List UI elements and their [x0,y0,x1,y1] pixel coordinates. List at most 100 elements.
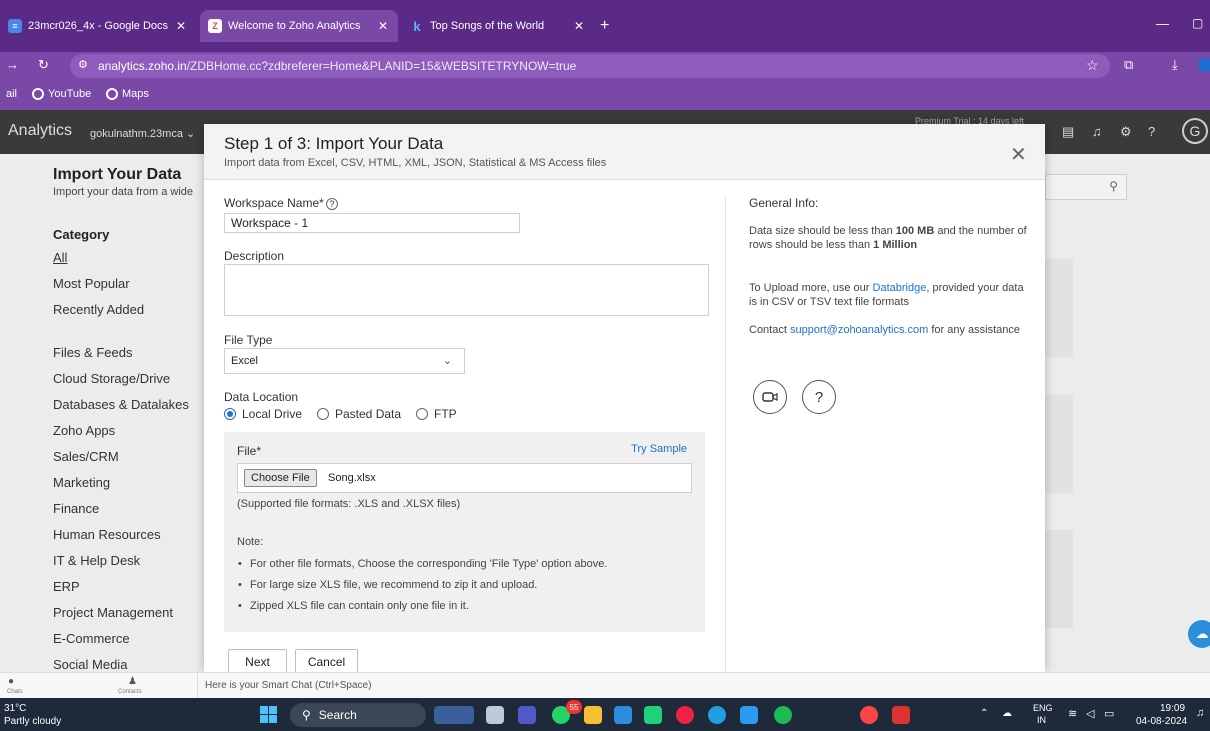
notes-icon[interactable]: ▤ [1062,124,1074,140]
task-view-icon[interactable] [486,706,504,724]
connector-card[interactable] [1045,395,1073,493]
chat-bot-icon[interactable]: ☁ [1188,620,1210,648]
file-type-select[interactable]: Excel ⌄ [224,348,465,374]
chrome-icon[interactable] [676,706,694,724]
support-email-link[interactable]: support@zohoanalytics.com [790,324,928,336]
help-icon[interactable]: ? [325,198,338,210]
language-region[interactable]: IN [1037,715,1046,725]
category-ecommerce[interactable]: E-Commerce [53,631,130,646]
tab-top-songs[interactable]: k Top Songs of the World ✕ [402,10,594,42]
spotify-icon[interactable] [774,706,792,724]
clock-time[interactable]: 19:09 [1160,703,1185,714]
category-most-popular[interactable]: Most Popular [53,276,130,291]
category-social-media[interactable]: Social Media [53,657,127,672]
mail-icon[interactable] [614,706,632,724]
help-circle-icon[interactable]: ? [802,380,836,414]
category-sidebar: Import Your Data Import your data from a… [0,154,204,672]
category-erp[interactable]: ERP [53,579,80,594]
close-tab-icon[interactable]: ✕ [574,19,584,33]
download-icon[interactable]: ⤓ [1172,57,1178,73]
edge-icon[interactable] [708,706,726,724]
bookmark-maps[interactable]: Maps [106,88,149,100]
category-all[interactable]: All [53,250,67,265]
site-info-icon[interactable]: ⚙ [78,58,88,71]
radio-pasted-data[interactable]: Pasted Data [317,407,401,421]
category-files-feeds[interactable]: Files & Feeds [53,345,132,360]
url-path: /ZDBHome.cc?zdbreferer=Home&PLANID=15&WE… [186,59,577,73]
bookmark-gmail[interactable]: ail [6,88,17,100]
category-databases[interactable]: Databases & Datalakes [53,397,189,412]
close-tab-icon[interactable]: ✕ [378,19,388,33]
bookmark-star-icon[interactable]: ☆ [1086,57,1099,74]
settings-icon[interactable]: ⚙ [1120,124,1132,140]
vscode-icon[interactable] [740,706,758,724]
data-location-label: Data Location [224,390,299,404]
smart-chat-bar: ● Chats ♟ Contacts Here is your Smart Ch… [0,672,1210,699]
clock-date[interactable]: 04-08-2024 [1136,716,1187,727]
help-icon[interactable]: ? [1148,124,1155,139]
radio-ftp[interactable]: FTP [416,407,457,421]
databridge-link[interactable]: Databridge [873,282,927,294]
notification-badge: 55 [566,700,582,714]
category-project-management[interactable]: Project Management [53,605,173,620]
bookmark-youtube[interactable]: YouTube [32,88,91,100]
connector-card[interactable] [1045,259,1073,357]
radio-label: Local Drive [242,407,303,421]
teams-icon[interactable] [518,706,536,724]
url-host: analytics.zoho.in [98,59,187,73]
description-textarea[interactable] [224,264,709,316]
weather-desc[interactable]: Partly cloudy [4,716,61,727]
connector-search-input[interactable]: ⚲ [1045,174,1127,200]
windows-start-icon[interactable] [260,706,277,723]
tab-zoho-analytics[interactable]: Z Welcome to Zoho Analytics ✕ [200,10,398,42]
close-icon[interactable]: ✕ [1010,142,1027,167]
reload-icon[interactable]: ↻ [38,57,49,73]
category-marketing[interactable]: Marketing [53,475,110,490]
tab-google-docs[interactable]: ≡ 23mcr026_4x - Google Docs ✕ [0,10,196,42]
widgets-icon[interactable] [434,706,474,724]
radio-local-drive[interactable]: Local Drive [224,407,302,421]
category-human-resources[interactable]: Human Resources [53,527,161,542]
file-input[interactable]: Choose File Song.xlsx [237,463,692,493]
category-cloud-storage[interactable]: Cloud Storage/Drive [53,371,170,386]
url-input[interactable]: ⚙ analytics.zoho.in/ZDBHome.cc?zdbrefere… [70,54,1110,78]
close-tab-icon[interactable]: ✕ [176,19,186,33]
new-tab-button[interactable]: + [600,17,609,35]
category-zoho-apps[interactable]: Zoho Apps [53,423,115,438]
connector-card[interactable] [1045,530,1073,628]
windows-taskbar: 31°C Partly cloudy ⚲ Search 55 ⌃ ☁ ENG IN… [0,698,1210,731]
cloud-icon[interactable]: ☁ [1002,708,1012,719]
restore-icon[interactable]: ▢ [1192,16,1203,30]
category-finance[interactable]: Finance [53,501,99,516]
battery-icon[interactable]: ▭ [1104,707,1114,720]
taskbar-search[interactable]: ⚲ Search [290,703,426,727]
notifications-icon[interactable]: ♫ [1196,707,1204,719]
volume-icon[interactable]: ◁ [1086,707,1094,720]
chrome-profile-icon[interactable] [860,706,878,724]
extensions-icon[interactable]: ⧉ [1124,57,1133,73]
try-sample-link[interactable]: Try Sample [631,443,687,455]
chevron-up-icon[interactable]: ⌃ [980,708,988,719]
pycharm-icon[interactable] [644,706,662,724]
category-sales-crm[interactable]: Sales/CRM [53,449,119,464]
app-icon[interactable] [892,706,910,724]
workspace-switcher[interactable]: gokulnathm.23mca ⌄ [90,127,195,140]
avatar[interactable]: G [1182,118,1208,144]
category-recently-added[interactable]: Recently Added [53,302,144,317]
smart-chat-input[interactable]: Here is your Smart Chat (Ctrl+Space) [205,680,371,691]
forward-icon[interactable]: → [6,57,19,72]
choose-file-button[interactable]: Choose File [244,469,317,487]
category-it-help-desk[interactable]: IT & Help Desk [53,553,140,568]
language-code[interactable]: ENG [1033,703,1053,713]
app-name[interactable]: Analytics [8,122,72,140]
workspace-name-input[interactable]: Workspace - 1 [224,213,520,233]
profile-icon[interactable] [1198,58,1210,72]
wifi-icon[interactable]: ≋ [1068,707,1077,720]
contacts-icon[interactable]: ♟ [128,676,137,687]
video-icon[interactable] [753,380,787,414]
file-explorer-icon[interactable] [584,706,602,724]
chats-icon[interactable]: ● [8,676,14,687]
minimize-icon[interactable]: — [1156,16,1169,31]
bell-icon[interactable]: ♫ [1092,124,1102,139]
weather-temp[interactable]: 31°C [4,703,26,714]
